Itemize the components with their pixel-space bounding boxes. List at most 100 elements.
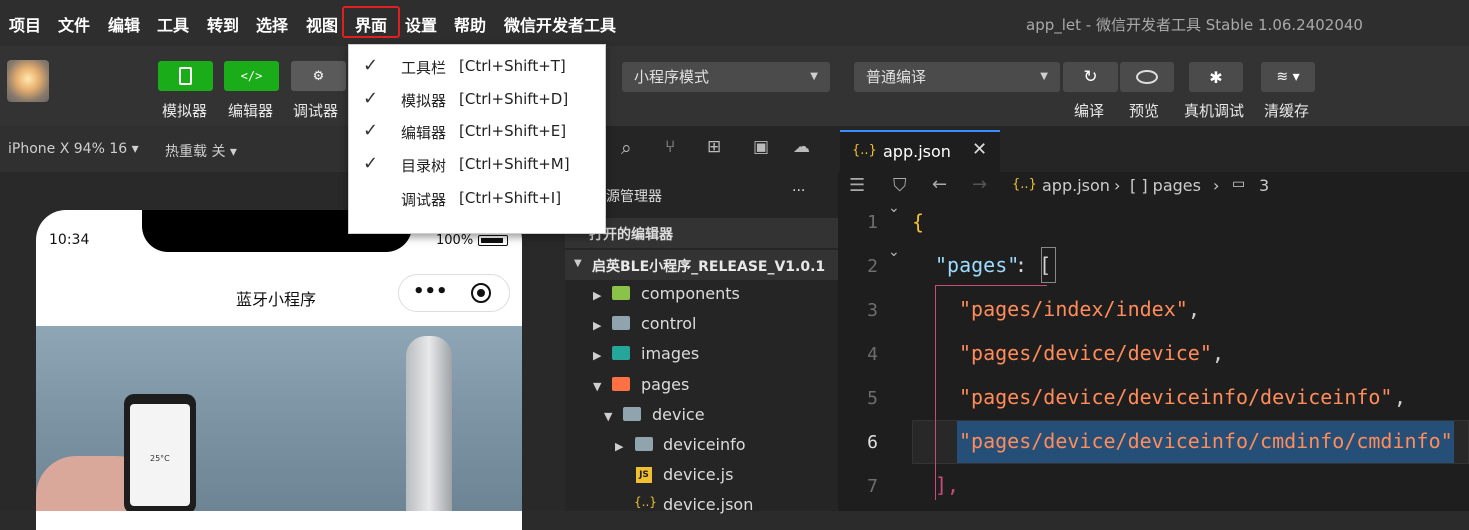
clear-cache-button[interactable]: ≋ ▾ — [1261, 62, 1315, 92]
menu-help[interactable]: 帮助 — [454, 12, 486, 36]
menu-item-editor[interactable]: ✓ 编辑器 [Ctrl+Shift+E] — [349, 116, 605, 148]
status-time: 10:34 — [49, 232, 90, 248]
avatar[interactable] — [7, 60, 49, 102]
breadcrumb-pages[interactable]: [ ] pages — [1130, 176, 1201, 195]
chevron-down-icon: ▼ — [574, 258, 582, 269]
chevron-right-icon: ▶ — [615, 440, 624, 453]
back-arrow-icon[interactable]: ← — [932, 174, 947, 195]
menu-select[interactable]: 选择 — [256, 12, 288, 36]
tab-label: app.json — [883, 142, 951, 161]
eye-icon — [1136, 70, 1158, 84]
debugger-button[interactable]: ⚙ — [291, 61, 346, 91]
compile-select[interactable]: 普通编译 ▼ — [854, 62, 1060, 92]
list-icon[interactable]: ☰ — [849, 175, 865, 196]
breadcrumb-index[interactable]: 3 — [1259, 176, 1269, 195]
menu-item-simulator[interactable]: ✓ 模拟器 [Ctrl+Shift+D] — [349, 84, 605, 116]
menu-bar: 项目 文件 编辑 工具 转到 选择 视图 界面 设置 帮助 微信开发者工具 ap… — [0, 0, 1469, 46]
forward-arrow-icon[interactable]: → — [972, 174, 987, 195]
menu-interface-highlight — [342, 6, 400, 38]
fold-chevron-icon[interactable]: ⌄ — [888, 200, 900, 216]
code-icon: </> — [240, 69, 263, 83]
preview-button[interactable] — [1120, 62, 1174, 92]
menu-tools[interactable]: 工具 — [157, 12, 189, 36]
explorer-more-icon[interactable]: ··· — [792, 183, 805, 199]
code-key-pages[interactable]: "pages" — [935, 253, 1019, 277]
menu-item-shortcut: [Ctrl+Shift+T] — [459, 57, 566, 75]
window-title: app_let - 微信开发者工具 Stable 1.06.2402040 — [1026, 16, 1363, 34]
line-number-current: 6 — [867, 432, 878, 453]
chevron-down-icon: ▼ — [593, 380, 602, 393]
fold-chevron-icon[interactable]: ⌄ — [888, 244, 900, 260]
extensions-icon[interactable]: ⊞ — [707, 137, 721, 157]
tree-item-label: control — [641, 314, 697, 333]
code-line-3[interactable]: "pages/index/index" — [959, 297, 1188, 321]
simulator-button[interactable] — [158, 61, 213, 91]
bracket-guide — [935, 285, 1047, 286]
bookmark-icon[interactable]: ⛉ — [893, 175, 907, 196]
menu-item-shortcut: [Ctrl+Shift+D] — [459, 90, 569, 108]
code-comma: , — [1188, 297, 1201, 321]
close-icon[interactable]: ✕ — [972, 139, 987, 160]
layers-icon: ≋ ▾ — [1276, 69, 1300, 85]
code-line-7[interactable]: ], — [935, 473, 959, 497]
editor-button[interactable]: </> — [224, 61, 279, 91]
mode-select[interactable]: 小程序模式 ▼ — [622, 62, 830, 92]
breadcrumb-file[interactable]: app.json — [1042, 176, 1110, 195]
status-battery: 100% — [436, 233, 474, 248]
compile-button[interactable]: ↻ — [1063, 62, 1118, 92]
project-root-label: 启英BLE小程序_RELEASE_V1.0.1 — [592, 259, 826, 275]
menu-edit[interactable]: 编辑 — [108, 12, 140, 36]
chevron-right-icon: › — [1213, 176, 1220, 195]
device-temp-readout: 25°C — [150, 454, 170, 463]
menu-project[interactable]: 项目 — [9, 12, 41, 36]
menu-item-toolbar[interactable]: ✓ 工具栏 [Ctrl+Shift+T] — [349, 51, 605, 83]
check-icon: ✓ — [363, 153, 379, 174]
check-icon: ✓ — [363, 88, 379, 109]
menu-devtools[interactable]: 微信开发者工具 — [504, 12, 616, 36]
line-number: 4 — [867, 344, 878, 365]
capsule-button[interactable]: ••• — [398, 274, 510, 312]
tree-item-label: device — [652, 405, 705, 424]
menu-item-directory-tree[interactable]: ✓ 目录树 [Ctrl+Shift+M] — [349, 149, 605, 181]
menu-item-label: 模拟器 — [401, 92, 447, 110]
close-capsule-icon[interactable] — [471, 283, 491, 303]
compile-select-value: 普通编译 — [866, 68, 927, 86]
docker-icon[interactable]: ☁ — [793, 137, 810, 157]
menu-item-shortcut: [Ctrl+Shift+I] — [459, 189, 562, 207]
sliders-icon: ⚙ — [312, 68, 325, 84]
simulator-label: 模拟器 — [162, 102, 208, 120]
hot-reload-label: 热重载 关 — [165, 144, 226, 160]
refresh-icon: ↻ — [1083, 67, 1098, 87]
menu-settings[interactable]: 设置 — [405, 12, 437, 36]
hot-reload-toggle[interactable]: 热重载 关 ▾ — [165, 141, 237, 161]
menu-file[interactable]: 文件 — [58, 12, 90, 36]
phone-icon — [179, 67, 192, 85]
folder-open-icon — [612, 377, 630, 391]
folder-icon — [612, 346, 630, 360]
search-icon[interactable]: ⌕ — [621, 137, 632, 159]
folder-icon — [612, 316, 630, 330]
bracket-guide — [935, 285, 936, 500]
menu-goto[interactable]: 转到 — [207, 12, 239, 36]
code-line-6[interactable]: "pages/device/deviceinfo/cmdinfo/cmdinfo… — [959, 429, 1453, 453]
more-dots-icon[interactable]: ••• — [413, 281, 448, 302]
code-line-4[interactable]: "pages/device/device" — [959, 341, 1212, 365]
device-select[interactable]: iPhone X 94% 16 ▾ — [8, 141, 139, 157]
project-root-row[interactable]: ▼ 启英BLE小程序_RELEASE_V1.0.1 — [565, 250, 838, 280]
code-line-5[interactable]: "pages/device/deviceinfo/deviceinfo" — [959, 385, 1392, 409]
array-item-icon: ▭ — [1232, 176, 1246, 192]
menu-item-debugger[interactable]: 调试器 [Ctrl+Shift+I] — [349, 183, 605, 215]
code-comma: , — [1212, 341, 1225, 365]
tab-app-json[interactable]: {..} app.json ✕ — [840, 130, 1000, 172]
remote-debug-button[interactable]: ✱ — [1189, 62, 1243, 92]
git-branch-icon[interactable]: ⑂ — [665, 137, 675, 157]
save-icon[interactable]: ▣ — [753, 137, 769, 157]
menu-item-shortcut: [Ctrl+Shift+E] — [459, 122, 567, 140]
js-file-icon: JS — [636, 467, 652, 483]
tree-item-label: components — [641, 284, 740, 303]
banner-image: 25°C — [36, 326, 522, 511]
code-line-1[interactable]: { — [912, 210, 924, 234]
clear-cache-label: 清缓存 — [1264, 102, 1310, 120]
menu-view[interactable]: 视图 — [306, 12, 338, 36]
folder-icon — [612, 286, 630, 300]
